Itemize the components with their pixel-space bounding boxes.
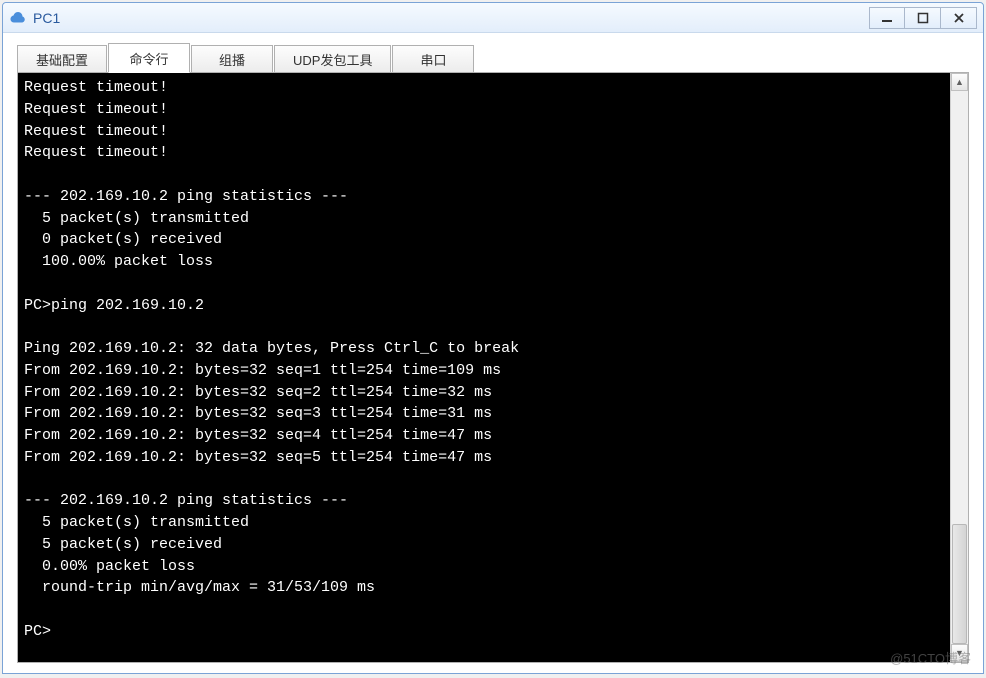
scroll-thumb[interactable]	[952, 524, 967, 644]
chevron-down-icon: ▼	[955, 648, 964, 658]
tab-label: 命令行	[130, 49, 169, 68]
tab-label: UDP发包工具	[293, 50, 372, 69]
tab-label: 组播	[219, 50, 245, 69]
tab-command-line[interactable]: 命令行	[108, 43, 190, 73]
tab-bar: 基础配置 命令行 组播 UDP发包工具 串口	[17, 43, 969, 73]
tab-basic-config[interactable]: 基础配置	[17, 45, 107, 72]
close-button[interactable]	[941, 7, 977, 29]
chevron-up-icon: ▲	[955, 77, 964, 87]
window-controls	[869, 7, 977, 29]
app-icon	[9, 9, 27, 27]
tab-label: 基础配置	[36, 50, 88, 69]
maximize-button[interactable]	[905, 7, 941, 29]
scroll-track[interactable]	[951, 91, 968, 644]
titlebar[interactable]: PC1	[3, 3, 983, 33]
scroll-down-button[interactable]: ▼	[951, 644, 968, 662]
tab-udp-tool[interactable]: UDP发包工具	[274, 45, 391, 72]
terminal-output[interactable]: Request timeout! Request timeout! Reques…	[18, 73, 950, 662]
app-window: PC1 基础配置 命令行 组播 UDP发包工具 串口 Request timeo…	[2, 2, 984, 674]
terminal-container: Request timeout! Request timeout! Reques…	[17, 72, 969, 663]
tab-label: 串口	[420, 50, 446, 69]
scroll-up-button[interactable]: ▲	[951, 73, 968, 91]
tab-multicast[interactable]: 组播	[191, 45, 273, 72]
window-title: PC1	[33, 10, 869, 26]
tab-serial[interactable]: 串口	[392, 45, 474, 72]
minimize-button[interactable]	[869, 7, 905, 29]
content-area: 基础配置 命令行 组播 UDP发包工具 串口 Request timeout! …	[3, 33, 983, 673]
scrollbar[interactable]: ▲ ▼	[950, 73, 968, 662]
